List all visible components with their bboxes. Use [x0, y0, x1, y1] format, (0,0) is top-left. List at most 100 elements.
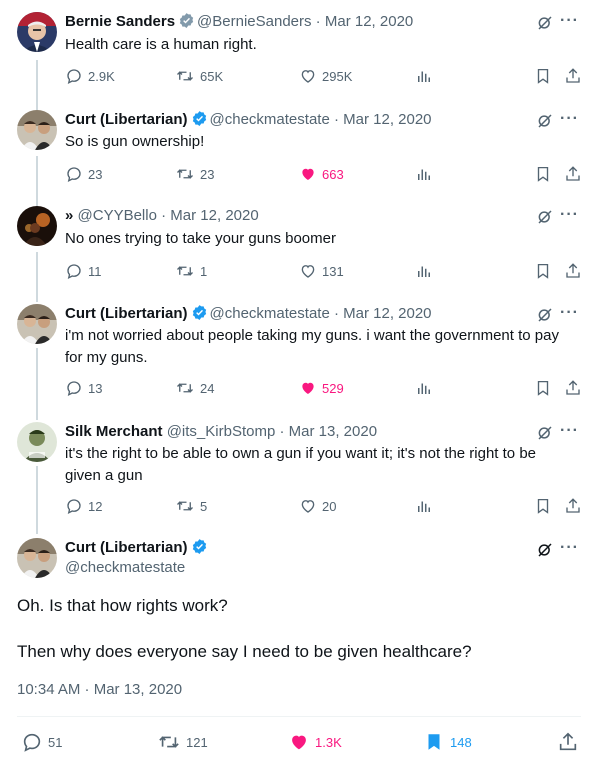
separator: · — [329, 111, 344, 128]
author-name[interactable]: Curt (Libertarian) — [65, 539, 188, 556]
reply-button[interactable]: 51 — [21, 730, 62, 754]
views-button[interactable] — [415, 164, 433, 184]
reply-icon — [67, 167, 81, 182]
tweet-date[interactable]: Mar 12, 2020 — [343, 305, 431, 322]
retweet-icon — [177, 169, 193, 179]
retweet-icon — [177, 266, 193, 276]
author-handle[interactable]: @BernieSanders — [197, 13, 311, 30]
bookmark-button[interactable] — [534, 164, 552, 184]
bookmark-button[interactable] — [534, 66, 552, 86]
like-button[interactable]: 529 — [299, 378, 344, 398]
grok-icon[interactable] — [536, 424, 554, 442]
author-handle[interactable]: @checkmatestate — [210, 305, 330, 322]
tweet-timestamp[interactable]: 10:34 AM · Mar 13, 2020 — [17, 680, 182, 700]
grok-icon[interactable] — [536, 208, 554, 226]
heart-icon — [302, 382, 314, 394]
tweet-date[interactable]: Mar 12, 2020 — [170, 207, 258, 224]
avatar[interactable] — [17, 304, 57, 344]
verified-badge-icon — [192, 111, 206, 126]
share-icon — [566, 263, 580, 278]
tweet-header: Curt (Libertarian) @checkmatestate · Mar … — [65, 110, 538, 130]
retweet-button[interactable]: 121 — [157, 730, 208, 754]
avatar[interactable] — [17, 422, 57, 462]
reply-tweet[interactable]: Bernie Sanders @BernieSanders · Mar 12, 2… — [0, 0, 598, 98]
reply-icon — [67, 499, 81, 514]
author-handle[interactable]: @CYYBello — [78, 207, 157, 224]
reply-tweet[interactable]: Curt (Libertarian) @checkmatestate · Mar … — [0, 98, 598, 196]
views-button[interactable] — [415, 496, 433, 516]
tweet-text: Health care is a human right. — [65, 36, 257, 53]
like-button[interactable]: 295K — [299, 66, 352, 86]
author-name[interactable]: Curt (Libertarian) — [65, 111, 188, 128]
avatar[interactable] — [17, 12, 57, 52]
tweet-date[interactable]: Mar 12, 2020 — [343, 111, 431, 128]
author-name[interactable]: Bernie Sanders — [65, 13, 175, 30]
bookmark-button[interactable] — [534, 261, 552, 281]
tweet-date[interactable]: Mar 13, 2020 — [289, 423, 377, 440]
share-button[interactable] — [564, 496, 582, 516]
author-name-row[interactable]: Curt (Libertarian) — [65, 538, 210, 558]
like-button[interactable]: 131 — [299, 261, 344, 281]
retweet-button[interactable]: 5 — [175, 496, 207, 516]
grok-icon[interactable] — [536, 112, 554, 130]
grok-icon[interactable] — [536, 306, 554, 324]
separator: · — [311, 13, 325, 30]
grok-icon[interactable] — [536, 14, 554, 32]
reply-button[interactable]: 12 — [65, 496, 102, 516]
retweet-button[interactable]: 65K — [175, 66, 223, 86]
views-button[interactable] — [415, 261, 433, 281]
retweet-button[interactable]: 23 — [175, 164, 214, 184]
more-icon[interactable]: ··· — [560, 423, 578, 444]
share-button[interactable] — [564, 164, 582, 184]
retweet-button[interactable]: 1 — [175, 261, 207, 281]
analytics-icon — [418, 71, 430, 82]
retweet-icon — [177, 501, 193, 511]
share-button[interactable] — [564, 261, 582, 281]
author-handle[interactable]: @checkmatestate — [210, 111, 330, 128]
share-icon — [566, 380, 580, 395]
retweet-button[interactable]: 24 — [175, 378, 214, 398]
reply-tweet[interactable]: Curt (Libertarian) @checkmatestate · Mar … — [0, 292, 598, 410]
share-button[interactable] — [564, 66, 582, 86]
reply-button[interactable]: 23 — [65, 164, 102, 184]
share-button[interactable] — [557, 730, 579, 754]
grok-icon[interactable] — [536, 541, 554, 559]
analytics-icon — [418, 383, 430, 394]
tweet-header: Curt (Libertarian) @checkmatestate · Mar … — [65, 304, 538, 324]
tweet-date[interactable]: Mar 12, 2020 — [325, 13, 413, 30]
like-button[interactable]: 1.3K — [288, 730, 342, 754]
avatar[interactable] — [17, 110, 57, 150]
author-handle[interactable]: @checkmatestate — [65, 558, 185, 578]
reply-icon — [67, 69, 81, 84]
more-icon[interactable]: ··· — [560, 540, 578, 561]
bookmark-button[interactable] — [534, 378, 552, 398]
reply-button[interactable]: 2.9K — [65, 66, 115, 86]
views-button[interactable] — [415, 66, 433, 86]
tweet-text-line: Then why does everyone say I need to be … — [17, 642, 472, 661]
more-icon[interactable]: ··· — [560, 13, 578, 34]
author-name[interactable]: Curt (Libertarian) — [65, 305, 188, 322]
bookmark-button[interactable] — [534, 496, 552, 516]
reply-tweet[interactable]: Silk Merchant @its_KirbStomp · Mar 13, 2… — [0, 410, 598, 528]
reply-button[interactable]: 11 — [65, 261, 102, 281]
share-icon — [566, 498, 580, 513]
share-button[interactable] — [564, 378, 582, 398]
avatar[interactable] — [17, 538, 57, 578]
avatar[interactable] — [17, 206, 57, 246]
analytics-icon — [418, 169, 430, 180]
views-button[interactable] — [415, 378, 433, 398]
reply-icon — [23, 733, 41, 752]
verified-badge-icon — [192, 539, 206, 554]
verified-badge-icon — [192, 305, 206, 320]
reply-tweet[interactable]: » @CYYBello · Mar 12, 2020 ··· No ones t… — [0, 194, 598, 292]
more-icon[interactable]: ··· — [560, 305, 578, 326]
bookmark-button[interactable]: 148 — [423, 730, 472, 754]
author-name[interactable]: Silk Merchant — [65, 423, 163, 440]
like-button[interactable]: 663 — [299, 164, 344, 184]
tweet-actions: 11 1 131 — [65, 261, 580, 281]
more-icon[interactable]: ··· — [560, 207, 578, 228]
reply-button[interactable]: 13 — [65, 378, 102, 398]
author-handle[interactable]: @its_KirbStomp — [167, 423, 276, 440]
more-icon[interactable]: ··· — [560, 111, 578, 132]
like-button[interactable]: 20 — [299, 496, 336, 516]
